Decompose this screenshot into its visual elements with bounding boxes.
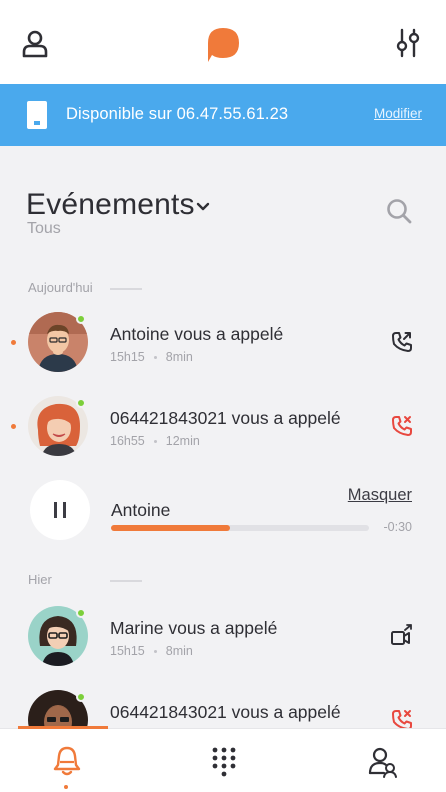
user-icon[interactable] bbox=[22, 30, 48, 58]
event-time: 15h15 bbox=[110, 644, 145, 658]
search-icon[interactable] bbox=[386, 198, 412, 224]
hide-player-link[interactable]: Masquer bbox=[348, 486, 412, 505]
online-status-badge bbox=[76, 608, 86, 618]
brand-logo bbox=[208, 28, 239, 62]
availability-banner: Disponible sur 06.47.55.61.23 Modifier bbox=[0, 84, 446, 146]
event-duration: 12min bbox=[165, 434, 200, 448]
modify-link[interactable]: Modifier bbox=[374, 106, 422, 121]
keypad-icon[interactable] bbox=[209, 745, 239, 779]
active-tab-indicator bbox=[18, 726, 108, 729]
meta-separator bbox=[153, 440, 157, 444]
availability-text: Disponible sur 06.47.55.61.23 bbox=[66, 105, 289, 123]
missed-call-icon[interactable] bbox=[390, 414, 414, 438]
top-bar bbox=[0, 0, 446, 84]
online-status-badge bbox=[76, 314, 86, 324]
event-caller: Antoine vous a appelé bbox=[110, 324, 284, 344]
filter-label[interactable]: Tous bbox=[27, 220, 61, 238]
group-divider bbox=[110, 288, 142, 290]
callback-icon[interactable] bbox=[390, 330, 414, 354]
bottom-tab-bar bbox=[0, 726, 446, 792]
group-label-yesterday: Hier bbox=[28, 572, 52, 587]
settings-sliders-icon[interactable] bbox=[394, 28, 422, 58]
playback-progress-fill bbox=[111, 525, 230, 531]
event-caller: 064421843021 vous a appelé bbox=[110, 408, 341, 428]
pause-icon bbox=[54, 502, 57, 518]
event-meta: 16h55 12min bbox=[110, 434, 200, 448]
unread-dot bbox=[11, 340, 16, 345]
pause-button[interactable] bbox=[30, 480, 90, 540]
contacts-icon[interactable] bbox=[368, 745, 398, 779]
group-label-today: Aujourd'hui bbox=[28, 280, 93, 295]
event-meta: 15h15 8min bbox=[110, 350, 193, 364]
event-meta: 15h15 8min bbox=[110, 644, 193, 658]
page-title: Evénements bbox=[26, 188, 195, 221]
playback-progress-bar[interactable] bbox=[111, 525, 369, 531]
event-duration: 8min bbox=[165, 644, 193, 658]
event-row[interactable]: 064421843021 vous a appelé bbox=[0, 688, 446, 728]
event-row[interactable]: Marine vous a appelé 15h15 8min bbox=[0, 604, 446, 678]
event-caller: 064421843021 vous a appelé bbox=[110, 702, 341, 722]
event-time: 15h15 bbox=[110, 350, 145, 364]
meta-separator bbox=[153, 356, 157, 360]
event-row[interactable]: Antoine vous a appelé 15h15 8min bbox=[0, 310, 446, 384]
events-content: Evénements Tous Aujourd'hui Antoine vous… bbox=[0, 146, 446, 728]
event-row[interactable]: 064421843021 vous a appelé 16h55 12min bbox=[0, 394, 446, 468]
mobile-phone-icon bbox=[27, 101, 47, 129]
voicemail-player: Antoine Masquer -0:30 bbox=[0, 480, 446, 550]
online-status-badge bbox=[76, 692, 86, 702]
group-divider bbox=[110, 580, 142, 582]
missed-call-icon[interactable] bbox=[390, 708, 414, 728]
event-duration: 8min bbox=[165, 350, 193, 364]
video-call-icon[interactable] bbox=[390, 624, 414, 648]
active-tab-dot bbox=[64, 785, 68, 789]
chevron-down-icon[interactable] bbox=[196, 202, 210, 212]
event-caller: Marine vous a appelé bbox=[110, 618, 278, 638]
unread-dot bbox=[11, 424, 16, 429]
event-time: 16h55 bbox=[110, 434, 145, 448]
player-caller: Antoine bbox=[111, 500, 171, 520]
bell-icon[interactable] bbox=[52, 745, 82, 779]
meta-separator bbox=[153, 650, 157, 654]
remaining-time: -0:30 bbox=[383, 520, 413, 534]
online-status-badge bbox=[76, 398, 86, 408]
